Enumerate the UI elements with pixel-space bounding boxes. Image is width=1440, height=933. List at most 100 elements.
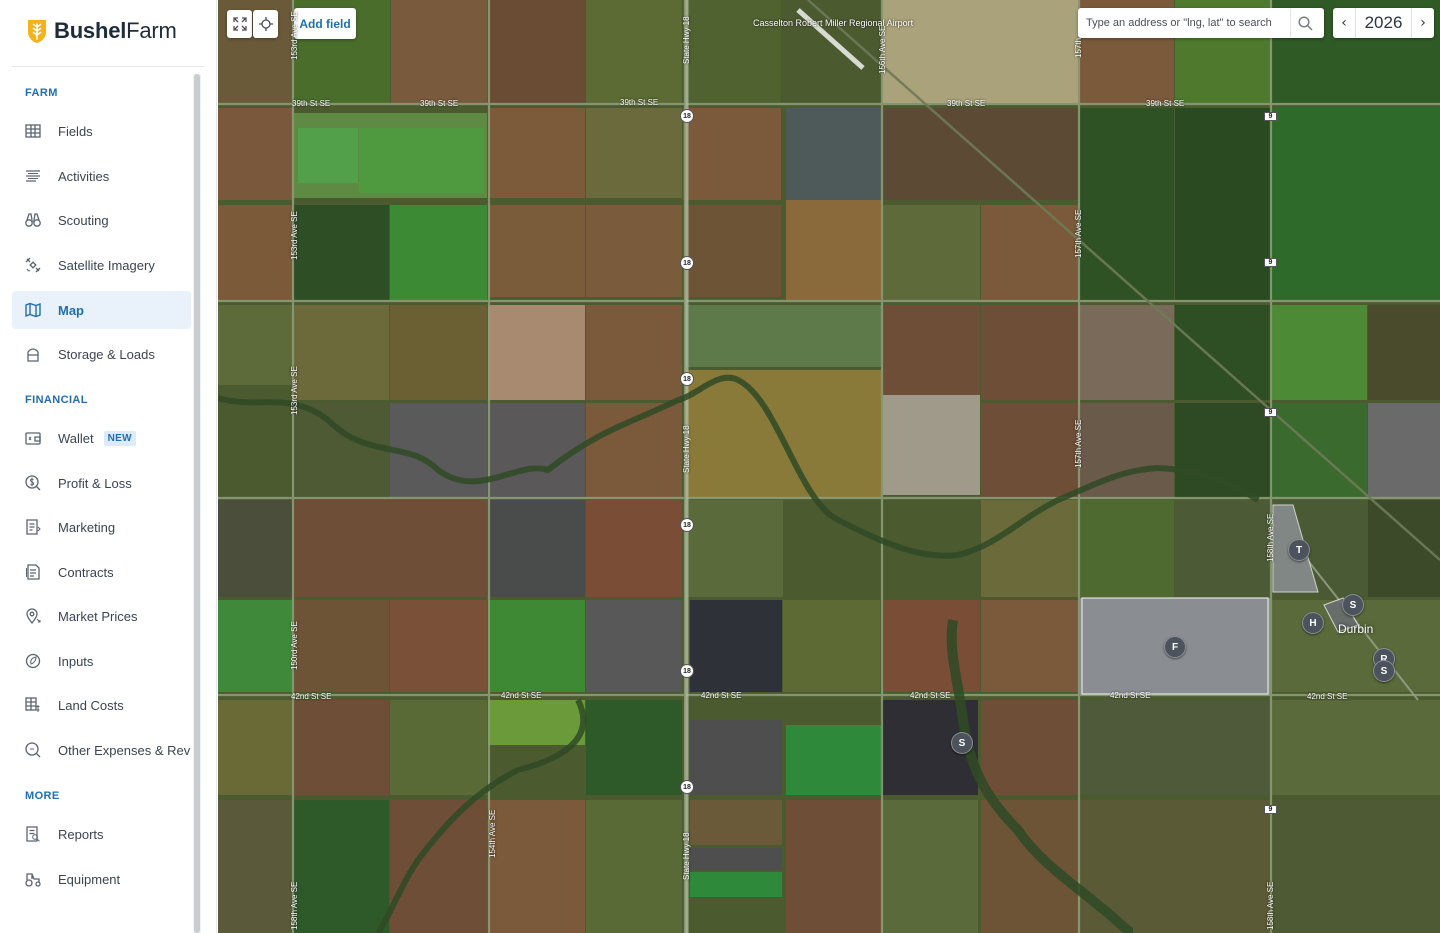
map-icon bbox=[24, 301, 42, 319]
year-value: 2026 bbox=[1355, 8, 1412, 38]
sidebar-item-equipment[interactable]: Equipment bbox=[12, 860, 191, 898]
sidebar-item-other-expenses[interactable]: Other Expenses & Rev bbox=[12, 731, 191, 769]
market-prices-icon bbox=[24, 607, 42, 625]
satellite-icon bbox=[24, 256, 42, 274]
road-label: 154th Ave SE bbox=[488, 809, 497, 858]
wallet-icon bbox=[24, 429, 42, 447]
sidebar-item-profit-loss[interactable]: Profit & Loss bbox=[12, 464, 191, 502]
road-label: State Hwy 18 bbox=[682, 425, 691, 473]
map-marker[interactable]: S bbox=[1342, 594, 1364, 616]
brand-logo[interactable]: BushelFarm bbox=[26, 17, 177, 45]
locate-me-button[interactable] bbox=[253, 10, 278, 38]
highway-shield: 18 bbox=[680, 518, 694, 532]
road-label: 42nd St SE bbox=[910, 691, 951, 700]
town-label-durbin: Durbin bbox=[1338, 622, 1374, 636]
road-label: 150rd Ave SE bbox=[290, 621, 299, 670]
previous-year-button[interactable]: ‹ bbox=[1333, 8, 1355, 38]
road-label: 42nd St SE bbox=[501, 691, 542, 700]
crosshair-icon bbox=[258, 17, 273, 31]
road-label: 156th Ave SE bbox=[878, 25, 887, 74]
road-label: 153rd Ave SE bbox=[290, 211, 299, 260]
next-year-button[interactable]: › bbox=[1412, 8, 1434, 38]
sidebar-scrollbar[interactable] bbox=[193, 74, 201, 933]
road-label: 42nd St SE bbox=[701, 691, 742, 700]
highway-shield: 18 bbox=[680, 256, 694, 270]
road-label: State Hwy 18 bbox=[682, 832, 691, 880]
sidebar-item-storage-loads[interactable]: Storage & Loads bbox=[12, 335, 191, 373]
road-label: 158th Ave SE bbox=[290, 881, 299, 930]
road-label: 39th St SE bbox=[620, 98, 659, 107]
sidebar-item-map[interactable]: Map bbox=[12, 291, 191, 329]
sidebar-scrollbar-thumb[interactable] bbox=[194, 74, 200, 933]
sidebar-item-label: Marketing bbox=[58, 519, 116, 535]
sidebar: BushelFarm FARM Fields Activities Scouti… bbox=[0, 0, 217, 933]
sidebar-item-label: Fields bbox=[58, 123, 93, 139]
sidebar-item-marketing[interactable]: Marketing bbox=[12, 508, 191, 546]
map-marker[interactable]: T bbox=[1288, 539, 1310, 561]
sidebar-item-satellite-imagery[interactable]: Satellite Imagery bbox=[12, 246, 191, 284]
sidebar-item-reports[interactable]: Reports bbox=[12, 815, 191, 853]
fullscreen-icon bbox=[232, 17, 247, 31]
sidebar-item-fields[interactable]: Fields bbox=[12, 112, 191, 150]
road-label: 39th St SE bbox=[1146, 99, 1185, 108]
sidebar-item-label: Equipment bbox=[58, 871, 121, 887]
road-label: 153rd Ave SE bbox=[290, 366, 299, 415]
road-label: 158th Ave SE bbox=[1266, 881, 1275, 930]
sidebar-item-wallet[interactable]: Wallet NEW bbox=[12, 419, 191, 457]
road-label: 157th Ave SE bbox=[1074, 209, 1083, 258]
map-marker[interactable]: S bbox=[951, 732, 973, 754]
road-label: 39th St SE bbox=[292, 99, 331, 108]
contracts-icon bbox=[24, 563, 42, 581]
sidebar-item-label: Land Costs bbox=[58, 697, 124, 713]
sidebar-item-label: Reports bbox=[58, 826, 104, 842]
address-search-bar bbox=[1078, 8, 1324, 38]
activities-list-icon bbox=[24, 167, 42, 185]
road-label: 42nd St SE bbox=[291, 692, 332, 701]
bushel-wheat-logo-icon bbox=[28, 20, 46, 43]
sidebar-item-scouting[interactable]: Scouting bbox=[12, 201, 191, 239]
road-label: 153rd Ave SE bbox=[290, 11, 299, 60]
tractor-icon bbox=[24, 870, 42, 888]
sidebar-item-market-prices[interactable]: Market Prices bbox=[12, 597, 191, 635]
route-shield: 9 bbox=[1264, 112, 1277, 121]
sidebar-item-label: Storage & Loads bbox=[58, 346, 155, 362]
sidebar-item-label: Inputs bbox=[58, 653, 94, 669]
road-label: 158th Ave SE bbox=[1266, 513, 1275, 562]
binoculars-icon bbox=[24, 211, 42, 229]
road-label: 42nd St SE bbox=[1307, 692, 1348, 701]
year-selector: ‹ 2026 › bbox=[1333, 8, 1434, 38]
fields-grid-icon bbox=[24, 122, 42, 140]
nav-section-more: MORE bbox=[25, 790, 60, 802]
road-label: 39th St SE bbox=[947, 99, 986, 108]
profit-loss-icon bbox=[24, 474, 42, 492]
satellite-map[interactable]: Add field ‹ 2026 › Casselton Robert Mill… bbox=[218, 0, 1440, 933]
search-button[interactable] bbox=[1290, 9, 1320, 37]
highway-shield: 18 bbox=[680, 780, 694, 794]
highway-shield: 18 bbox=[680, 664, 694, 678]
map-marker[interactable]: H bbox=[1302, 612, 1324, 634]
address-search-input[interactable] bbox=[1078, 9, 1290, 37]
road-label: State Hwy 18 bbox=[682, 16, 691, 64]
add-field-button[interactable]: Add field bbox=[294, 8, 356, 39]
sidebar-item-land-costs[interactable]: Land Costs bbox=[12, 686, 191, 724]
sidebar-item-label: Contracts bbox=[58, 564, 114, 580]
sidebar-item-label: Map bbox=[58, 302, 84, 318]
silo-icon bbox=[24, 345, 42, 363]
sidebar-item-inputs[interactable]: Inputs bbox=[12, 642, 191, 680]
sidebar-item-activities[interactable]: Activities bbox=[12, 157, 191, 195]
sidebar-item-label: Other Expenses & Rev bbox=[58, 742, 191, 758]
field-marker[interactable]: F bbox=[1164, 636, 1186, 658]
new-badge: NEW bbox=[103, 430, 136, 446]
sidebar-item-contracts[interactable]: Contracts bbox=[12, 553, 191, 591]
other-expenses-icon bbox=[24, 741, 42, 759]
sidebar-item-label: Activities bbox=[58, 168, 110, 184]
sidebar-item-label: Wallet bbox=[58, 430, 94, 446]
road-label: 39th St SE bbox=[420, 99, 459, 108]
reports-icon bbox=[24, 825, 42, 843]
sidebar-item-label: Market Prices bbox=[58, 608, 138, 624]
divider bbox=[12, 66, 204, 67]
map-marker[interactable]: S bbox=[1373, 660, 1395, 682]
road-label: 42nd St SE bbox=[1110, 691, 1151, 700]
fullscreen-button[interactable] bbox=[227, 10, 252, 38]
road-label: 157th Ave SE bbox=[1074, 419, 1083, 468]
